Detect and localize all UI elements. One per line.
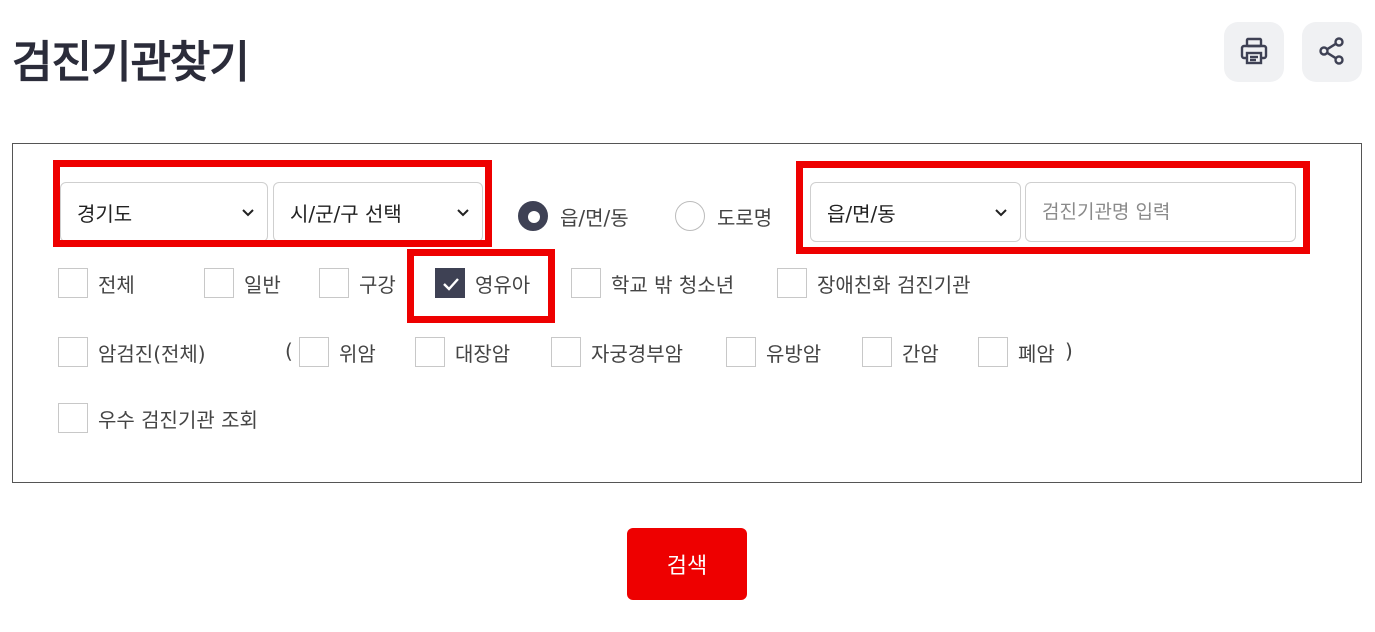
radio-label-road-name: 도로명 xyxy=(717,205,773,230)
checkbox-box[interactable] xyxy=(978,337,1008,367)
checkbox-box[interactable] xyxy=(777,268,807,298)
checkbox-label: 간암 xyxy=(902,341,939,366)
checkbox-label: 영유아 xyxy=(475,272,531,297)
chevron-down-icon xyxy=(992,203,1010,221)
checkbox-lung-cancer[interactable]: 폐암 xyxy=(978,337,1055,367)
checkmark-icon xyxy=(443,278,459,291)
checkbox-out-of-school-youth[interactable]: 학교 밖 청소년 xyxy=(571,268,734,298)
checkbox-box[interactable] xyxy=(415,337,445,367)
checkbox-box[interactable] xyxy=(551,337,581,367)
checkbox-box[interactable] xyxy=(204,268,234,298)
checkbox-label: 암검진(전체) xyxy=(98,341,206,366)
chevron-down-icon xyxy=(454,203,472,221)
checkbox-box[interactable] xyxy=(299,337,329,367)
checkbox-box[interactable] xyxy=(571,268,601,298)
checkbox-oral[interactable]: 구강 xyxy=(319,268,396,298)
close-paren: ) xyxy=(1065,339,1073,363)
checkbox-box[interactable] xyxy=(862,337,892,367)
search-filter-panel: 경기도 시/군/구 선택 읍/면/동 도로명 읍/면/동 전체 일반 구강 xyxy=(12,143,1362,483)
checkbox-box[interactable] xyxy=(58,403,88,433)
checkbox-colorectal-cancer[interactable]: 대장암 xyxy=(415,337,510,367)
radio-eupmyeondong[interactable]: 읍/면/동 xyxy=(518,201,629,231)
share-button[interactable] xyxy=(1302,22,1362,82)
checkbox-box[interactable] xyxy=(58,337,88,367)
checkbox-label: 우수 검진기관 조회 xyxy=(98,407,258,432)
radio-button-selected[interactable] xyxy=(518,201,548,231)
district-select[interactable]: 읍/면/동 xyxy=(810,182,1021,242)
province-select[interactable]: 경기도 xyxy=(60,182,268,242)
radio-road-name[interactable]: 도로명 xyxy=(675,201,772,231)
checkbox-cancer-all[interactable]: 암검진(전체) xyxy=(58,337,206,367)
checkbox-excellent-institution[interactable]: 우수 검진기관 조회 xyxy=(58,403,258,433)
checkbox-stomach-cancer[interactable]: 위암 xyxy=(299,337,376,367)
open-paren: ( xyxy=(285,339,293,363)
city-select-value: 시/군/구 선택 xyxy=(290,201,402,226)
checkbox-box[interactable] xyxy=(319,268,349,298)
checkbox-label: 구강 xyxy=(359,272,396,297)
checkbox-label: 위암 xyxy=(339,341,376,366)
district-select-value: 읍/면/동 xyxy=(827,201,896,226)
city-select[interactable]: 시/군/구 선택 xyxy=(273,182,483,242)
checkbox-all[interactable]: 전체 xyxy=(58,268,135,298)
checkbox-breast-cancer[interactable]: 유방암 xyxy=(726,337,821,367)
printer-icon xyxy=(1238,35,1270,70)
search-button[interactable]: 검색 xyxy=(627,528,747,600)
checkbox-label: 유방암 xyxy=(766,341,822,366)
radio-button[interactable] xyxy=(675,201,705,231)
province-select-value: 경기도 xyxy=(77,201,133,226)
checkbox-label: 학교 밖 청소년 xyxy=(611,272,735,297)
checkbox-infant[interactable]: 영유아 xyxy=(435,268,530,298)
institution-name-input[interactable] xyxy=(1025,182,1296,242)
checkbox-label: 장애친화 검진기관 xyxy=(817,272,971,297)
chevron-down-icon xyxy=(239,203,257,221)
checkbox-box[interactable] xyxy=(58,268,88,298)
checkbox-box-checked[interactable] xyxy=(435,268,465,298)
radio-label-eupmyeondong: 읍/면/동 xyxy=(560,205,629,230)
page-title: 검진기관찾기 xyxy=(12,37,250,88)
checkbox-general[interactable]: 일반 xyxy=(204,268,281,298)
checkbox-label: 전체 xyxy=(98,272,135,297)
checkbox-disability-friendly[interactable]: 장애친화 검진기관 xyxy=(777,268,971,298)
print-button[interactable] xyxy=(1224,22,1284,82)
checkbox-cervical-cancer[interactable]: 자궁경부암 xyxy=(551,337,683,367)
checkbox-label: 대장암 xyxy=(455,341,511,366)
checkbox-label: 자궁경부암 xyxy=(591,341,683,366)
checkbox-label: 폐암 xyxy=(1018,341,1055,366)
checkbox-label: 일반 xyxy=(244,272,281,297)
share-icon xyxy=(1316,35,1348,70)
checkbox-liver-cancer[interactable]: 간암 xyxy=(862,337,939,367)
checkbox-box[interactable] xyxy=(726,337,756,367)
